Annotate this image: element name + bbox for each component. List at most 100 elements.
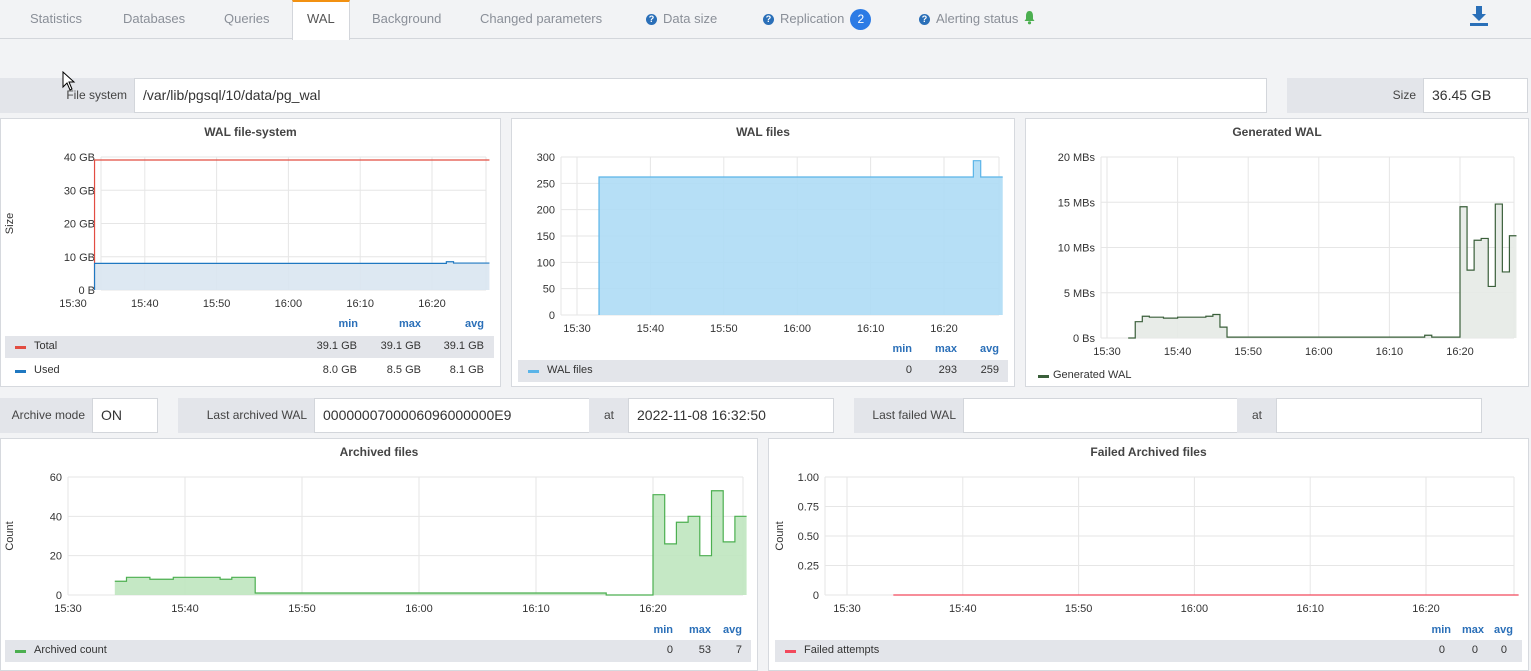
x-tick-label: 15:50 (1234, 346, 1262, 358)
tab-replication[interactable]: ? Replication 2 (763, 0, 872, 38)
tab-label: Data size (663, 11, 718, 26)
y-tick-label: 50 (543, 284, 555, 296)
x-tick-label: 15:40 (637, 323, 665, 334)
x-tick-label: 16:20 (930, 323, 958, 334)
download-icon[interactable] (1468, 5, 1490, 30)
x-tick-label: 15:40 (949, 603, 977, 615)
x-tick-label: 16:20 (1412, 603, 1440, 615)
tab-changed-parameters[interactable]: Changed parameters (480, 0, 602, 38)
legend-row-total[interactable]: Total 39.1 GB 39.1 GB 39.1 GB (5, 336, 494, 358)
legend-row-failed-attempts[interactable]: Failed attempts 0 0 0 (775, 640, 1522, 662)
legend-avg-header: avg (723, 624, 742, 636)
series-swatch (785, 650, 796, 653)
size-field[interactable]: 36.45 GB (1423, 78, 1528, 113)
tab-queries[interactable]: Queries (224, 0, 270, 38)
y-tick-label: 10 GB (64, 252, 95, 264)
legend-min-header: min (338, 318, 358, 330)
legend-max-header: max (934, 343, 957, 355)
tab-label: Alerting status (936, 11, 1019, 26)
min-value: 0 (666, 644, 673, 656)
x-tick-label: 16:00 (1305, 346, 1333, 358)
tab-wal[interactable]: WAL (292, 0, 350, 40)
x-tick-label: 16:20 (639, 603, 667, 615)
y-tick-label: 0.25 (798, 561, 819, 573)
archive-mode-field[interactable]: ON (92, 398, 158, 433)
file-system-field[interactable]: /var/lib/pgsql/10/data/pg_wal (134, 78, 1267, 113)
tab-databases[interactable]: Databases (123, 0, 185, 38)
x-tick-label: 16:10 (1376, 346, 1404, 358)
min-value: 39.1 GB (316, 340, 357, 352)
y-axis-label: Count (4, 521, 16, 550)
legend-max-header: max (1461, 624, 1484, 636)
max-value: 39.1 GB (380, 340, 421, 352)
legend-max-header: max (398, 318, 421, 330)
series-name: Total (34, 340, 58, 352)
failed-archived-files-chart[interactable]: 0 0.25 0.50 0.75 1.00 15:30 15:40 15:50 16:00 16:… (769, 439, 1530, 619)
y-tick-label: 5 MBs (1064, 288, 1096, 300)
x-tick-label: 15:30 (54, 603, 82, 615)
series-swatch (15, 370, 26, 373)
x-tick-label: 15:50 (203, 298, 231, 309)
min-value: 8.0 GB (322, 364, 357, 376)
y-tick-label: 15 MBs (1058, 197, 1096, 209)
archived-at-label: at (589, 398, 629, 433)
wal-files-panel: WAL files 0 50 100 150 200 250 300 15:30 15:40 15… (511, 118, 1015, 387)
archived-at-field[interactable]: 2022-11-08 16:32:50 (628, 398, 834, 433)
x-tick-label: 16:00 (275, 298, 303, 309)
series-name: Used (34, 364, 60, 376)
y-tick-label: 0 (813, 590, 819, 602)
y-tick-label: 60 (50, 472, 62, 484)
x-tick-label: 15:50 (710, 323, 738, 334)
y-tick-label: 100 (537, 257, 555, 269)
max-value: 293 (938, 364, 957, 376)
last-archived-wal-label: Last archived WAL (178, 398, 315, 433)
avg-value: 39.1 GB (443, 340, 484, 352)
y-tick-label: 0 (56, 590, 62, 602)
series-area (114, 490, 747, 595)
tab-background[interactable]: Background (372, 0, 441, 38)
tab-alerting-status[interactable]: ? Alerting status (919, 0, 1036, 38)
max-value: 53 (698, 644, 711, 656)
y-tick-label: 250 (537, 178, 555, 190)
size-label: Size (1287, 78, 1424, 113)
last-archived-wal-field[interactable]: 0000000700006096000000E9 (314, 398, 590, 433)
x-tick-label: 15:40 (1164, 346, 1192, 358)
x-tick-label: 15:40 (171, 603, 199, 615)
y-axis-label: Size (4, 213, 16, 234)
x-tick-label: 15:30 (59, 298, 87, 309)
tab-data-size[interactable]: ? Data size (646, 0, 717, 38)
min-value: 0 (905, 364, 912, 376)
x-tick-label: 15:50 (288, 603, 316, 615)
max-value: 8.5 GB (386, 364, 421, 376)
tab-label: Replication (780, 11, 845, 26)
generated-wal-chart[interactable]: 0 Bs 5 MBs 10 MBs 15 MBs 20 MBs 15:30 15:40 15:… (1026, 119, 1530, 359)
replication-count-badge: 2 (850, 9, 872, 30)
y-tick-label: 0 (549, 310, 555, 322)
y-tick-label: 20 GB (64, 219, 95, 231)
failed-at-label: at (1237, 398, 1277, 433)
y-tick-label: 40 GB (64, 152, 95, 164)
series-swatch (15, 346, 26, 349)
x-tick-label: 16:00 (783, 323, 811, 334)
tab-bar: Statistics Databases Queries WAL Backgro… (0, 0, 1531, 40)
avg-value: 7 (735, 644, 742, 656)
legend-max-header: max (688, 624, 711, 636)
archived-files-chart[interactable]: 0 20 40 60 15:30 15:40 15:50 16:00 16:10 16:20 Cou… (1, 439, 759, 619)
wal-files-chart[interactable]: 0 50 100 150 200 250 300 15:30 15:40 15:50 16:00 16… (512, 119, 1016, 334)
last-failed-wal-field[interactable] (963, 398, 1238, 433)
series-name: Generated WAL (1053, 369, 1132, 381)
help-icon: ? (646, 14, 657, 25)
failed-at-field[interactable] (1276, 398, 1482, 433)
tab-statistics[interactable]: Statistics (30, 0, 82, 38)
legend-row-generated-wal[interactable]: Generated WAL (1032, 365, 1332, 387)
series-name: Failed attempts (804, 644, 880, 656)
avg-value: 0 (1500, 644, 1507, 656)
y-axis-label: Count (774, 521, 786, 550)
legend-avg-header: avg (1494, 624, 1513, 636)
x-tick-label: 16:00 (1181, 603, 1209, 615)
archive-mode-label: Archive mode (0, 398, 93, 433)
legend-row-wal-files[interactable]: WAL files 0 293 259 (518, 360, 1008, 382)
legend-row-archived-count[interactable]: Archived count 0 53 7 (5, 640, 751, 662)
wal-filesystem-chart[interactable]: 0 B 10 GB 20 GB 30 GB 40 GB 15:30 15:40 15:50 16… (1, 119, 502, 309)
legend-row-used[interactable]: Used 8.0 GB 8.5 GB 8.1 GB (5, 360, 494, 382)
